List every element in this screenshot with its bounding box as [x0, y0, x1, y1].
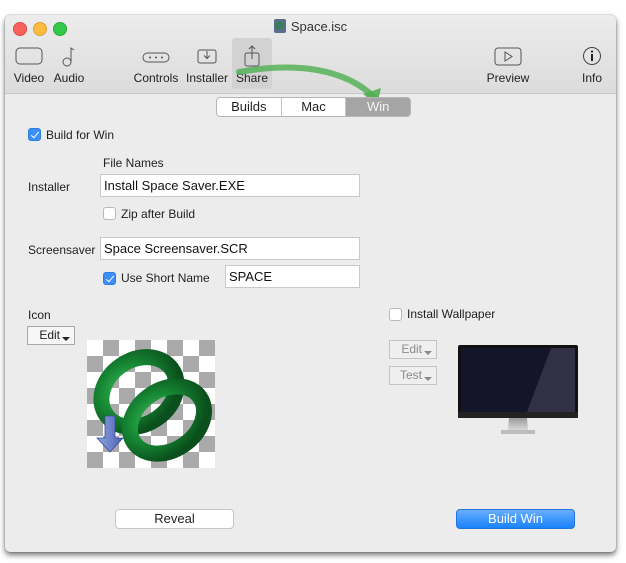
reveal-button[interactable]: Reveal [115, 509, 234, 529]
play-icon [494, 47, 522, 66]
use-short-name-label: Use Short Name [121, 271, 210, 285]
toolbar-controls[interactable]: Controls [132, 43, 180, 89]
installer-download-icon [197, 49, 217, 64]
wallpaper-test-popup[interactable]: Test [389, 366, 437, 385]
zip-after-build-label: Zip after Build [121, 207, 196, 221]
music-note-icon [62, 47, 75, 67]
screensaver-label: Screensaver [28, 243, 96, 257]
toolbar-audio[interactable]: Audio [51, 43, 87, 89]
window-title: Space.isc [5, 19, 616, 34]
short-name-input[interactable]: SPACE [225, 265, 360, 288]
monitor-preview-icon [458, 345, 578, 434]
icon-edit-popup[interactable]: Edit [27, 326, 75, 345]
icon-label: Icon [28, 308, 51, 322]
app-window: Space.isc Video Audio Controls Installer… [5, 15, 616, 552]
content-area: Builds Mac Win Build for Win File Names … [5, 94, 616, 552]
file-names-heading: File Names [103, 156, 164, 170]
zip-after-build-checkbox[interactable] [103, 207, 116, 220]
segment-mac[interactable]: Mac [282, 98, 347, 116]
toolbar-video[interactable]: Video [11, 43, 47, 89]
segment-builds[interactable]: Builds [217, 98, 282, 116]
install-wallpaper-checkbox[interactable] [389, 308, 402, 321]
info-icon [583, 47, 601, 65]
installer-filename-input[interactable]: Install Space Saver.EXE [100, 174, 360, 197]
wallpaper-edit-popup[interactable]: Edit [389, 340, 437, 359]
install-wallpaper-label: Install Wallpaper [407, 307, 496, 321]
toolbar-info[interactable]: Info [577, 43, 607, 89]
platform-segmented-control: Builds Mac Win [216, 97, 411, 117]
segment-win[interactable]: Win [346, 98, 410, 116]
screensaver-filename-input[interactable]: Space Screensaver.SCR [100, 237, 360, 260]
linked-rings-icon [93, 349, 213, 462]
controls-icon [142, 52, 170, 63]
video-frame-icon [15, 47, 43, 65]
toolbar-installer[interactable]: Installer [185, 43, 229, 89]
document-icon [273, 19, 286, 33]
build-win-button[interactable]: Build Win [456, 509, 575, 529]
build-for-win-checkbox[interactable] [28, 128, 41, 141]
use-short-name-checkbox[interactable] [103, 272, 116, 285]
build-for-win-label: Build for Win [46, 128, 115, 142]
toolbar-preview[interactable]: Preview [483, 43, 533, 89]
installer-label: Installer [28, 180, 71, 194]
